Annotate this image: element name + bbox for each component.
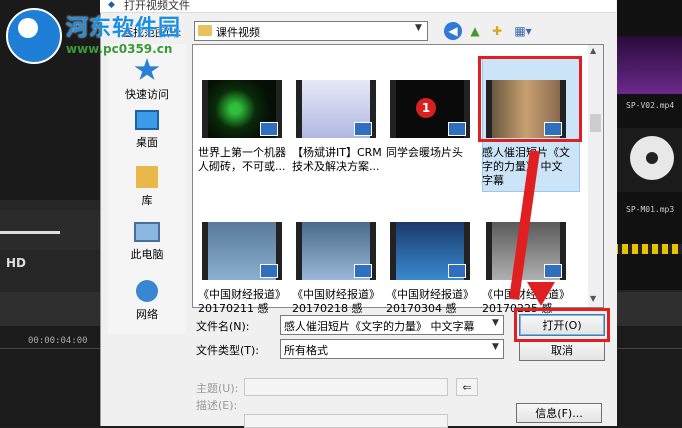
subject-label: 主题(U): [196, 382, 239, 395]
file-type-value: 所有格式 [284, 344, 328, 357]
place-label: 快速访问 [125, 88, 169, 101]
clip-label: SP-V02.mp4 [626, 101, 675, 110]
view-menu-icon[interactable]: ▦▾ [510, 22, 536, 40]
video-thumbnail [390, 222, 470, 280]
place-label: 此电脑 [130, 248, 164, 261]
new-folder-icon[interactable]: ✚ [488, 22, 506, 40]
video-file-icon [260, 264, 278, 278]
file-name: 同学会暖场片头 [386, 146, 463, 159]
watermark-url: www.pc0359.cn [66, 42, 173, 56]
highlight-box-open-button [514, 308, 610, 342]
look-in-value: 课件视频 [216, 26, 260, 39]
place-label: 网络 [136, 308, 158, 321]
place-this-pc[interactable]: 此电脑 [108, 222, 186, 262]
subject-input [244, 378, 448, 396]
audio-level-bar [612, 244, 682, 254]
file-name: 《中国财经报道》20170304 感受... [386, 288, 474, 315]
desktop-icon [135, 110, 159, 130]
place-network[interactable]: 网络 [108, 280, 186, 322]
cancel-button[interactable]: 取消 [519, 339, 605, 361]
back-icon[interactable]: ◀ [444, 22, 462, 40]
info-button[interactable]: 信息(F)... [516, 403, 602, 423]
scroll-down-icon[interactable]: ▼ [590, 294, 596, 303]
up-folder-icon[interactable]: ▲ [466, 22, 484, 40]
playback-bar [0, 210, 110, 250]
chevron-down-icon[interactable]: ▼ [415, 23, 422, 33]
file-name: 《中国财经报道》20170218 感受... [292, 288, 380, 315]
clip-label: SP-M01.mp3 [626, 205, 675, 214]
network-icon [136, 280, 158, 302]
place-desktop[interactable]: 桌面 [108, 110, 186, 150]
highlight-box-file [478, 56, 582, 142]
hd-label: HD [6, 256, 27, 270]
timeline-timecode: 00:00:04:00 [28, 336, 88, 346]
library-icon [136, 166, 158, 188]
arrow-left-icon[interactable]: ⇐ [456, 378, 478, 396]
watermark-title: 河东软件园 [66, 16, 182, 41]
chevron-down-icon[interactable]: ▼ [492, 318, 499, 328]
file-name-label: 文件名(N): [196, 320, 250, 333]
file-type-label: 文件类型(T): [196, 344, 260, 357]
video-file-icon [354, 264, 372, 278]
file-list-scrollbar[interactable] [588, 45, 603, 307]
place-library[interactable]: 库 [108, 166, 186, 208]
video-file-icon [448, 264, 466, 278]
video-thumbnail: 1 [390, 80, 470, 138]
video-thumbnail [202, 80, 282, 138]
description-label: 描述(E): [196, 399, 238, 412]
scroll-up-icon[interactable]: ▲ [590, 46, 596, 55]
place-quick-access[interactable]: 快速访问 [108, 58, 186, 102]
file-name: 《中国财经报道》20170211 感受... [198, 288, 286, 315]
app-icon: ◆ [108, 0, 115, 10]
video-file-icon [448, 122, 466, 136]
folder-icon [198, 25, 212, 36]
scroll-thumb[interactable] [590, 114, 601, 132]
file-name: 【杨斌讲IT】CRM技术及解决方案... [292, 146, 382, 173]
watermark-logo-center [18, 18, 38, 38]
music-disc-center [646, 152, 658, 164]
video-thumbnail [296, 222, 376, 280]
red-arrow-head [527, 282, 555, 306]
video-file-icon [260, 122, 278, 136]
video-file-icon [354, 122, 372, 136]
star-icon [134, 58, 160, 80]
place-label: 库 [141, 194, 153, 207]
computer-icon [134, 222, 160, 242]
countdown-icon: 1 [416, 98, 436, 118]
file-name: 世界上第一个机器人砌砖，不可或... [198, 146, 286, 173]
clip-thumbnail-video[interactable] [612, 36, 682, 94]
file-name-value: 感人催泪短片《文字的力量》 中文字幕 [284, 320, 475, 333]
chevron-down-icon[interactable]: ▼ [492, 342, 499, 352]
progress-line[interactable] [0, 231, 60, 234]
place-label: 桌面 [136, 136, 158, 149]
video-file-icon [544, 264, 562, 278]
video-thumbnail [296, 80, 376, 138]
video-thumbnail [202, 222, 282, 280]
